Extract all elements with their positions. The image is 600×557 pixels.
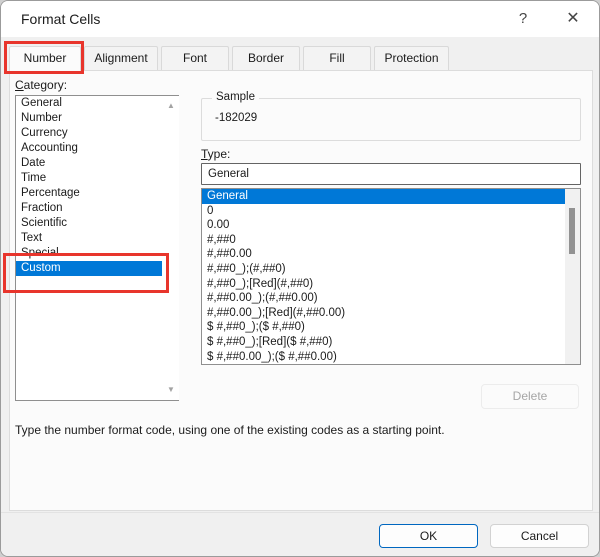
- type-item[interactable]: $ #,##0.00_);($ #,##0.00): [202, 350, 580, 365]
- type-item[interactable]: #,##0_);[Red](#,##0): [202, 277, 580, 292]
- annotation-box-custom-item: [3, 253, 169, 293]
- cancel-button[interactable]: Cancel: [490, 524, 589, 548]
- type-item[interactable]: 0: [202, 204, 580, 219]
- category-label: Category:: [15, 78, 67, 92]
- category-item[interactable]: Currency: [16, 126, 162, 141]
- format-cells-dialog: Format Cells ? ✕ Number AlignmentFontBord…: [0, 0, 600, 557]
- type-item[interactable]: #,##0.00_);[Red](#,##0.00): [202, 306, 580, 321]
- category-item[interactable]: Number: [16, 111, 162, 126]
- category-item[interactable]: Percentage: [16, 186, 162, 201]
- sample-value: -182029: [215, 112, 257, 124]
- type-scrollbar[interactable]: [565, 189, 580, 364]
- category-item[interactable]: Accounting: [16, 141, 162, 156]
- annotation-box-number-tab: [4, 41, 84, 74]
- type-item[interactable]: General: [202, 189, 580, 204]
- category-item[interactable]: Fraction: [16, 201, 162, 216]
- type-listbox[interactable]: General00.00#,##0#,##0.00#,##0_);(#,##0)…: [201, 188, 581, 365]
- category-item[interactable]: Date: [16, 156, 162, 171]
- category-item[interactable]: Text: [16, 231, 162, 246]
- footer: OK Cancel: [1, 512, 599, 557]
- delete-button[interactable]: Delete: [481, 384, 579, 409]
- tab-protection[interactable]: Protection: [374, 46, 449, 70]
- type-item[interactable]: #,##0_);(#,##0): [202, 262, 580, 277]
- dialog-title: Format Cells: [21, 1, 100, 37]
- type-label: Type:: [201, 147, 230, 161]
- tab-border[interactable]: Border: [232, 46, 300, 70]
- scroll-down-icon[interactable]: ▼: [163, 382, 179, 398]
- type-scrollbar-thumb[interactable]: [569, 208, 575, 254]
- sample-label: Sample: [212, 91, 259, 103]
- type-input[interactable]: [201, 163, 581, 185]
- category-listbox[interactable]: GeneralNumberCurrencyAccountingDateTimeP…: [15, 95, 179, 401]
- category-item[interactable]: Time: [16, 171, 162, 186]
- close-icon[interactable]: ✕: [557, 1, 589, 37]
- type-item[interactable]: #,##0.00_);(#,##0.00): [202, 291, 580, 306]
- tab-fill[interactable]: Fill: [303, 46, 371, 70]
- type-item[interactable]: 0.00: [202, 218, 580, 233]
- type-item[interactable]: #,##0: [202, 233, 580, 248]
- scroll-up-icon[interactable]: ▲: [163, 98, 179, 114]
- ok-button[interactable]: OK: [379, 524, 478, 548]
- help-icon[interactable]: ?: [507, 1, 539, 37]
- category-item[interactable]: Scientific: [16, 216, 162, 231]
- type-item[interactable]: $ #,##0_);($ #,##0): [202, 320, 580, 335]
- category-item[interactable]: General: [16, 96, 162, 111]
- description-text: Type the number format code, using one o…: [15, 422, 579, 438]
- tab-font[interactable]: Font: [161, 46, 229, 70]
- type-item[interactable]: #,##0.00: [202, 247, 580, 262]
- title-bar: Format Cells ? ✕: [1, 1, 599, 37]
- type-item[interactable]: $ #,##0_);[Red]($ #,##0): [202, 335, 580, 350]
- category-scrollbar[interactable]: ▲ ▼: [163, 96, 179, 400]
- sample-group: Sample -182029: [201, 98, 581, 141]
- tab-alignment[interactable]: Alignment: [84, 46, 158, 70]
